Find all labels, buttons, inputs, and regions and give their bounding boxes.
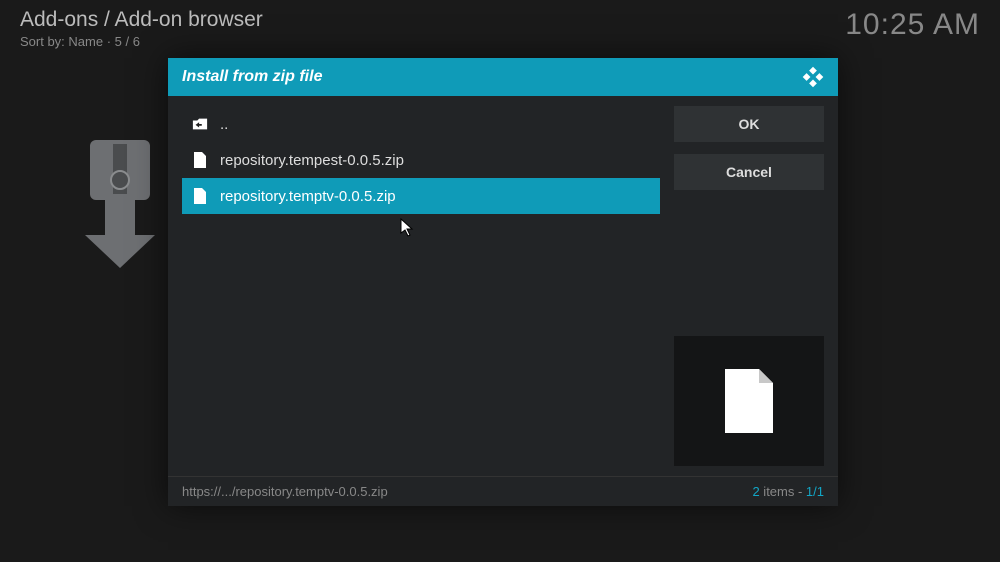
- footer-path: https://.../repository.temptv-0.0.5.zip: [182, 484, 388, 499]
- footer-page: 1/1: [806, 484, 824, 499]
- dialog-titlebar: Install from zip file: [168, 58, 838, 96]
- file-icon: [192, 188, 208, 204]
- cancel-button[interactable]: Cancel: [674, 154, 824, 190]
- file-name: repository.temptv-0.0.5.zip: [220, 188, 396, 205]
- footer-count-label: items -: [760, 484, 806, 499]
- sort-line: Sort by: Name · 5 / 6: [20, 34, 263, 49]
- ok-button[interactable]: OK: [674, 106, 824, 142]
- breadcrumb: Add-ons / Add-on browser: [20, 8, 263, 32]
- file-row[interactable]: repository.tempest-0.0.5.zip: [182, 142, 660, 178]
- sort-label: Sort by: Name: [20, 34, 103, 49]
- dialog-right-column: OK Cancel: [674, 106, 824, 476]
- breadcrumb-area: Add-ons / Add-on browser Sort by: Name ·…: [20, 8, 263, 49]
- zip-package-icon: [85, 140, 165, 270]
- parent-folder-label: ..: [220, 116, 228, 133]
- dialog-footer: https://.../repository.temptv-0.0.5.zip …: [168, 476, 838, 506]
- footer-count: 2 items - 1/1: [752, 484, 824, 499]
- dialog-body: .. repository.tempest-0.0.5.zip reposito…: [168, 96, 838, 476]
- install-dialog: Install from zip file .. reposito: [168, 58, 838, 506]
- footer-count-value: 2: [752, 484, 759, 499]
- file-name: repository.tempest-0.0.5.zip: [220, 152, 404, 169]
- file-list[interactable]: .. repository.tempest-0.0.5.zip reposito…: [182, 106, 660, 476]
- dialog-title-text: Install from zip file: [182, 68, 322, 86]
- file-row[interactable]: repository.temptv-0.0.5.zip: [182, 178, 660, 214]
- document-preview-icon: [723, 367, 775, 435]
- folder-up-icon: [192, 116, 208, 132]
- clock: 10:25 AM: [845, 8, 980, 42]
- file-icon: [192, 152, 208, 168]
- kodi-logo-icon: [802, 66, 824, 88]
- preview-pane: [674, 336, 824, 466]
- top-header: Add-ons / Add-on browser Sort by: Name ·…: [20, 8, 980, 49]
- sort-count: 5 / 6: [115, 34, 140, 49]
- parent-folder-row[interactable]: ..: [182, 106, 660, 142]
